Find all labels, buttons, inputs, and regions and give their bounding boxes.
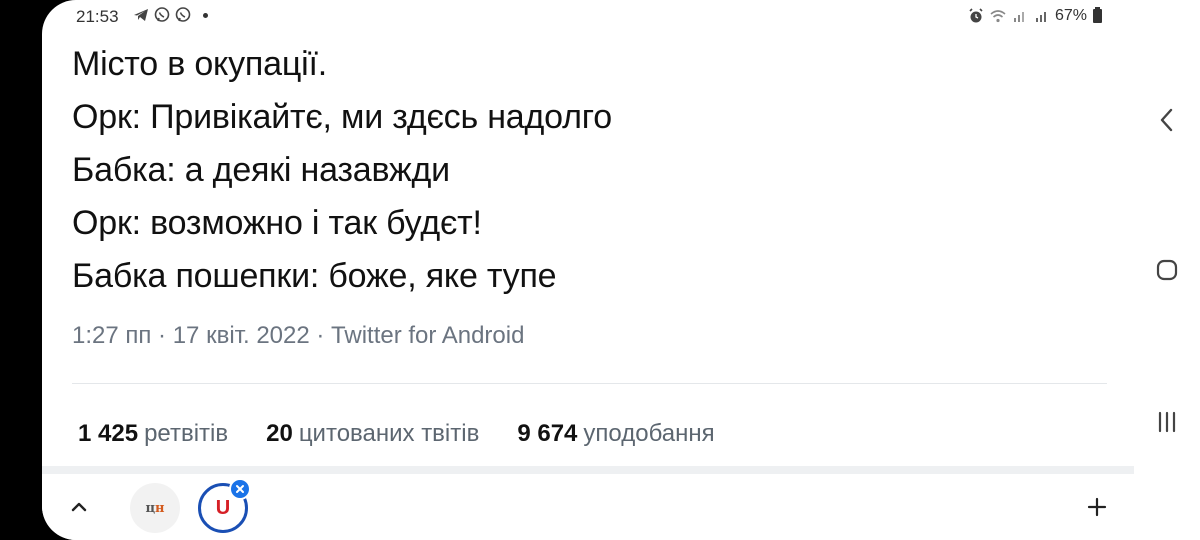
add-button[interactable]	[1082, 492, 1112, 522]
notification-icons	[132, 6, 208, 24]
bottom-separator	[42, 466, 1134, 474]
retweets-label: ретвітів	[144, 420, 229, 447]
plus-icon	[1087, 497, 1107, 517]
retweets-stat[interactable]: 1 425 ретвітів	[78, 420, 228, 448]
tweet-line: Бабка: а деякі назавжди	[72, 151, 450, 189]
quote-tweets-label: цитованих твітів	[298, 420, 480, 447]
android-nav-bar	[1134, 0, 1200, 540]
alarm-icon	[969, 8, 983, 23]
tab-cn-logo-part: н	[155, 500, 165, 516]
divider	[72, 383, 1107, 384]
retweets-count: 1 425	[78, 420, 139, 447]
recent-apps-button[interactable]	[1149, 404, 1185, 440]
system-status: 67%	[967, 7, 1102, 25]
viber-icon	[175, 7, 191, 22]
home-button[interactable]	[1149, 252, 1185, 288]
status-time: 21:53	[76, 7, 119, 26]
tweet-stats: 1 425 ретвітів 20 цитованих твітів 9 674 уп…	[78, 420, 715, 448]
tab-cn-logo-part: ц	[145, 500, 156, 516]
quote-tweets-count: 20	[266, 420, 293, 447]
tweet-line: Орк: возможно і так будєт!	[72, 204, 482, 242]
signal-icon	[1013, 12, 1024, 22]
likes-count: 9 674	[517, 420, 578, 447]
battery-icon	[1093, 7, 1102, 23]
more-notifications-dot	[203, 12, 208, 18]
bubble-bar: цн U	[42, 474, 1134, 540]
home-icon	[1156, 259, 1178, 281]
quote-tweets-stat[interactable]: 20 цитованих твітів	[266, 420, 479, 448]
tweet-line: Орк: Привікайтє, ми здєсь надолго	[72, 98, 612, 136]
signal-icon	[1035, 12, 1046, 22]
battery-percent: 67%	[1054, 7, 1087, 24]
close-bubble-button[interactable]	[229, 478, 251, 500]
telegram-icon	[134, 9, 148, 21]
tweet-line: Місто в окупації.	[72, 45, 327, 83]
tab-u-logo: U	[215, 496, 231, 519]
back-icon	[1160, 108, 1173, 132]
browser-screen: 21:53 67% Місто в окупації. Орк: Привіка…	[42, 0, 1134, 540]
collapse-button[interactable]	[64, 492, 94, 522]
chevron-up-icon	[71, 502, 87, 512]
tweet-text: Місто в окупації. Орк: Привікайтє, ми зд…	[72, 38, 1102, 303]
close-icon	[236, 485, 244, 493]
tab-bubble-cn[interactable]: цн	[130, 483, 180, 533]
back-button[interactable]	[1149, 102, 1185, 138]
tweet-timestamp[interactable]: 1:27 пп · 17 квіт. 2022 · Twitter for An…	[72, 322, 524, 350]
likes-label: уподобання	[583, 420, 715, 447]
likes-stat[interactable]: 9 674 уподобання	[517, 420, 714, 448]
wifi-icon	[990, 10, 1006, 23]
status-bar: 21:53 67%	[42, 0, 1134, 34]
tweet-line: Бабка пошепки: боже, яке тупе	[72, 257, 557, 295]
viber-icon	[154, 7, 170, 22]
recent-apps-icon	[1158, 411, 1176, 433]
